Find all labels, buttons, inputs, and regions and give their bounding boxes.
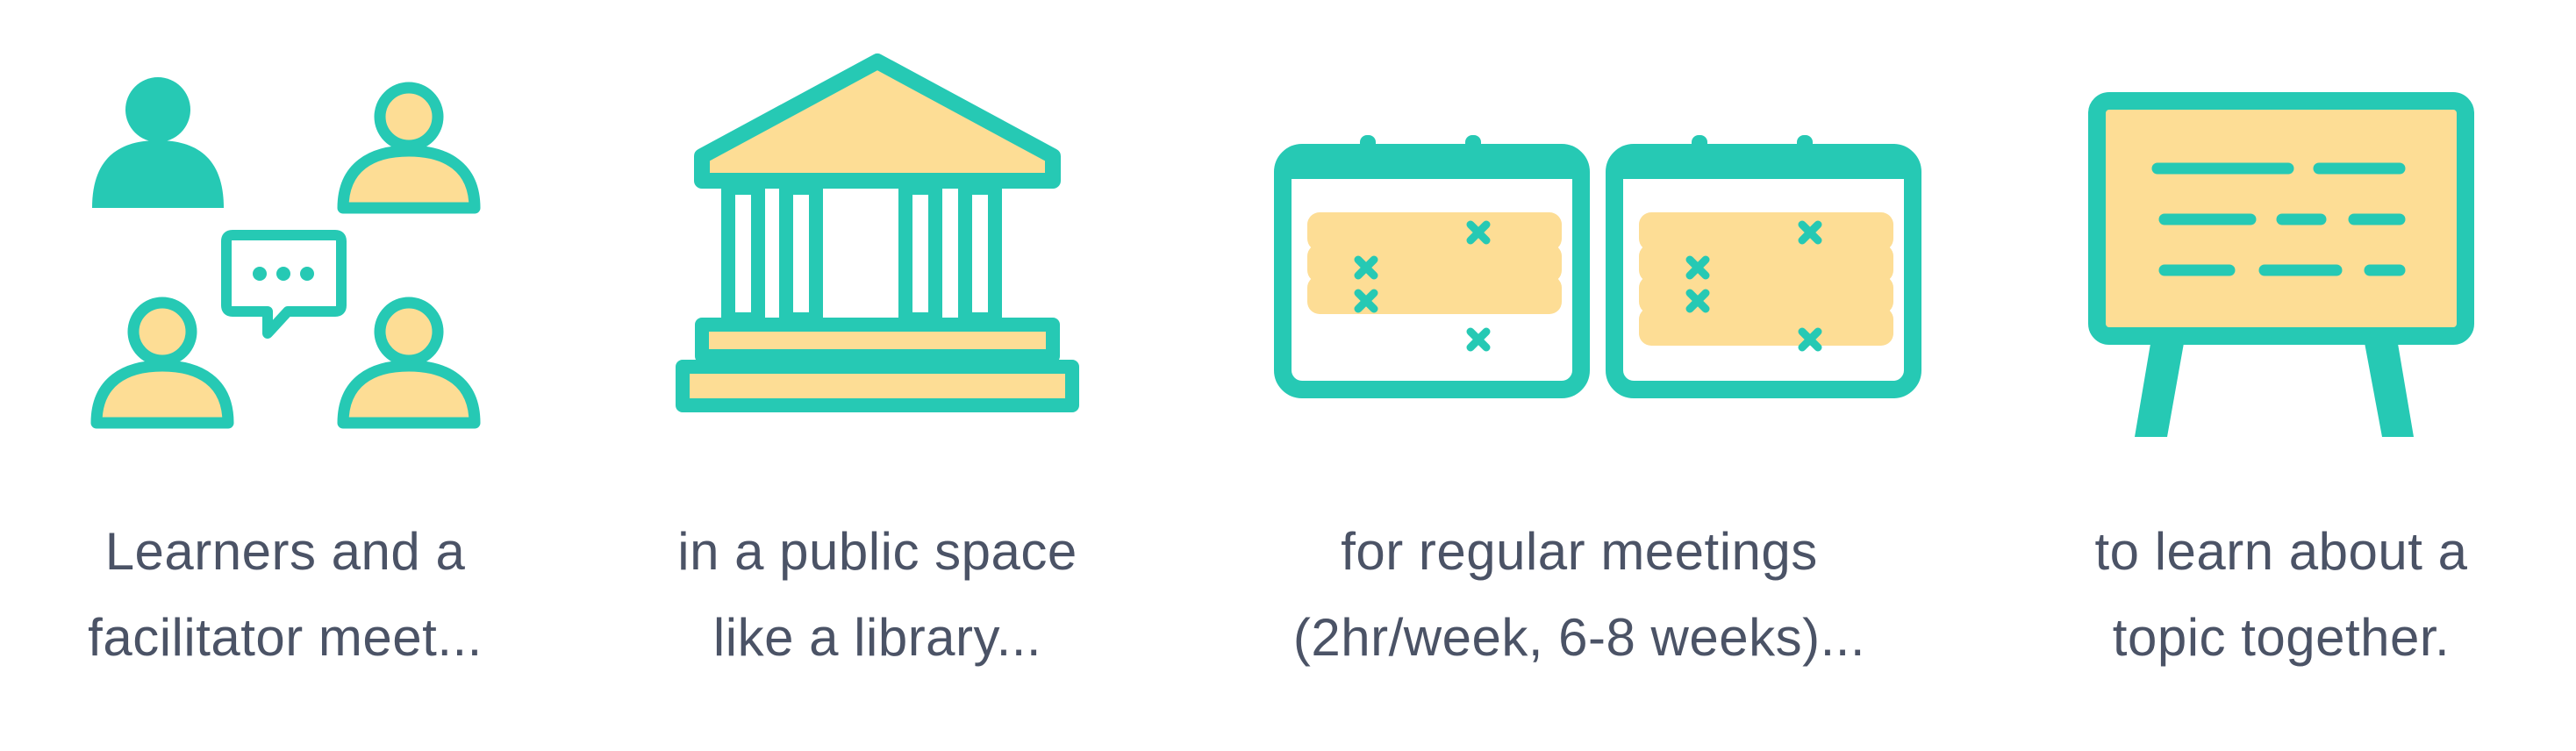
caption-line: like a library... [712, 608, 1042, 667]
caption-line: (2hr/week, 6-8 weeks)... [1292, 608, 1866, 667]
person-icon [337, 297, 481, 429]
step-caption-learn-topic: to learn about a topic together. [1974, 509, 2576, 681]
caption-line: facilitator meet... [88, 608, 483, 667]
calendar-right [1606, 135, 1921, 398]
people-conversation-icon [90, 77, 481, 429]
person-icon [337, 82, 481, 214]
person-icon [90, 297, 234, 429]
caption-line: for regular meetings [1341, 522, 1818, 581]
whiteboard-easel-icon [2088, 92, 2474, 437]
library-building-icon [676, 54, 1079, 412]
step-caption-learners: Learners and a facilitator meet... [0, 509, 592, 681]
step-caption-public-space: in a public space like a library... [570, 509, 1184, 681]
calendar-icon [1274, 135, 1921, 398]
caption-line: Learners and a [104, 522, 466, 581]
chat-bubble-icon [221, 230, 347, 339]
step-caption-regular-meetings: for regular meetings (2hr/week, 6-8 week… [1272, 509, 1886, 681]
person-solid-icon [92, 77, 224, 208]
caption-line: topic together. [2112, 608, 2451, 667]
calendar-left [1274, 135, 1590, 398]
caption-line: to learn about a [2094, 522, 2468, 581]
caption-line: in a public space [677, 522, 1077, 581]
